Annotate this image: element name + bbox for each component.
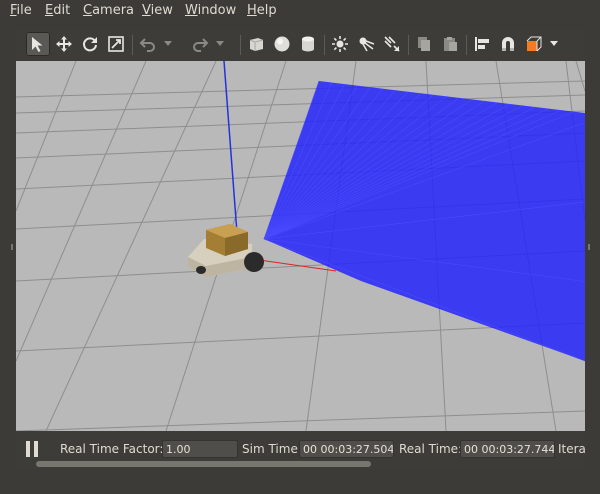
sim-time-field: 00 00:03:27.504 [299,440,394,458]
horizontal-scrollbar[interactable] [36,461,371,467]
toolbar-separator [466,35,467,55]
menu-camera[interactable]: Camera [83,3,134,18]
3d-scene-viewport[interactable] [16,61,585,431]
paste-icon[interactable] [438,32,462,56]
box-icon[interactable] [244,32,268,56]
z-axis-line [223,61,238,234]
view-angle-icon[interactable] [522,32,546,56]
status-bar: Real Time Factor: 1.00 Sim Time: 00 00:0… [16,431,586,469]
grid-line [45,61,217,431]
right-splitter-handle[interactable] [588,244,590,250]
menu-bar: File Edit Camera View Window Help [0,0,600,23]
toolbar-separator [132,35,133,55]
robot-model [188,224,264,277]
pause-icon[interactable] [26,441,40,457]
copy-icon[interactable] [412,32,436,56]
toolbar-separator [324,35,325,55]
translate-icon[interactable] [52,32,76,56]
real-time-factor-field: 1.00 [162,440,238,458]
cylinder-icon[interactable] [296,32,320,56]
undo-icon[interactable] [136,32,160,56]
redo-icon[interactable] [188,32,212,56]
align-icon[interactable] [470,32,494,56]
directional-light-icon[interactable] [380,32,404,56]
real-time-factor-label: Real Time Factor: [60,442,164,456]
grid-line [16,61,147,362]
toolbar-separator [408,35,409,55]
toolbar-separator [240,35,241,55]
left-splitter-handle[interactable] [11,244,13,250]
sphere-icon[interactable] [270,32,294,56]
select-arrow-icon[interactable] [26,32,50,56]
scale-icon[interactable] [104,32,128,56]
grid-line [16,410,585,431]
toolbar [16,29,585,61]
real-time-label: Real Time: [399,442,463,456]
view-angle-chevron-icon[interactable] [548,32,560,56]
menu-file[interactable]: File [10,3,32,18]
real-time-field: 00 00:03:27.744 [460,440,555,458]
sim-time-label: Sim Time: [242,442,302,456]
robot-wheel [244,252,264,272]
magnet-icon[interactable] [496,32,520,56]
grid-line [575,61,585,92]
spot-light-icon[interactable] [354,32,378,56]
iterations-label: Itera [558,442,586,456]
menu-view[interactable]: View [142,3,173,18]
menu-window[interactable]: Window [185,3,236,18]
grid-line [16,61,77,212]
redo-history-chevron-icon[interactable] [214,32,226,56]
undo-history-chevron-icon[interactable] [162,32,174,56]
point-light-icon[interactable] [328,32,352,56]
menu-edit[interactable]: Edit [45,3,70,18]
scene-render[interactable] [16,61,585,431]
rotate-icon[interactable] [78,32,102,56]
menu-help[interactable]: Help [247,3,277,18]
